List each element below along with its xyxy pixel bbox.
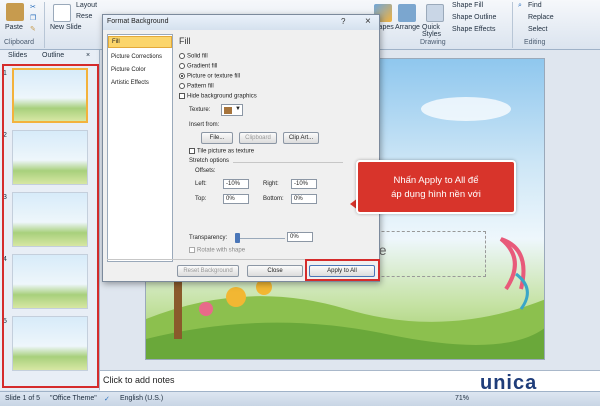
right-offset-label: Right:: [263, 181, 279, 187]
checkbox-icon: [189, 148, 195, 154]
clipboard-button[interactable]: Clipboard: [239, 132, 277, 144]
dialog-nav: Fill Picture Corrections Picture Color A…: [107, 34, 173, 262]
checkbox-icon: [179, 93, 185, 99]
right-offset-input[interactable]: -10%: [291, 179, 317, 189]
texture-dropdown[interactable]: ▼: [221, 104, 243, 116]
layout-button[interactable]: Layout: [76, 2, 97, 9]
apply-highlight-frame: [305, 259, 380, 281]
transparency-slider-handle[interactable]: [235, 233, 240, 243]
new-slide-icon: [53, 4, 71, 22]
cut-icon[interactable]: ✂: [30, 3, 36, 11]
tab-slides[interactable]: Slides: [8, 52, 27, 59]
solid-fill-option[interactable]: Solid fill: [179, 53, 208, 60]
zoom-level[interactable]: 71%: [455, 395, 469, 402]
paste-icon: [6, 3, 24, 21]
format-background-dialog: Format Background ? × Fill Picture Corre…: [102, 14, 380, 282]
dialog-title-bar[interactable]: Format Background ? ×: [103, 15, 379, 30]
reset-button[interactable]: Rese: [76, 13, 92, 20]
callout-line-2: áp dụng hình nền với: [391, 189, 481, 200]
stretch-options-label: Stretch options: [189, 158, 230, 164]
editing-group-label: Editing: [524, 39, 546, 46]
bottom-offset-label: Bottom:: [263, 196, 284, 202]
pattern-fill-option[interactable]: Pattern fill: [179, 83, 214, 90]
instruction-callout: Nhấn Apply to All để áp dụng hình nền vớ…: [356, 160, 516, 214]
theme-name[interactable]: "Office Theme": [50, 395, 97, 402]
nav-item-picture-color[interactable]: Picture Color: [108, 65, 172, 77]
dialog-content: Fill Solid fill Gradient fill Picture or…: [177, 34, 377, 262]
shape-outline-button[interactable]: Shape Outline: [452, 14, 496, 21]
copy-icon[interactable]: ❐: [30, 14, 36, 22]
find-icon: ⌕: [518, 2, 522, 9]
arrange-button[interactable]: Arrange: [395, 24, 420, 31]
left-offset-label: Left:: [195, 181, 207, 187]
radio-icon: [179, 53, 185, 59]
help-icon[interactable]: ?: [341, 17, 345, 26]
notes-placeholder: Click to add notes: [103, 375, 175, 385]
clip-art-button[interactable]: Clip Art...: [283, 132, 319, 144]
left-offset-input[interactable]: -10%: [223, 179, 249, 189]
slide-counter: Slide 1 of 5: [5, 395, 41, 402]
close-button[interactable]: Close: [247, 265, 303, 277]
picture-fill-option[interactable]: Picture or texture fill: [179, 73, 240, 80]
arrange-icon: [398, 4, 416, 22]
top-offset-label: Top:: [195, 196, 207, 202]
insert-from-label: Insert from:: [189, 122, 220, 128]
drawing-group-label: Drawing: [420, 39, 446, 46]
format-painter-icon[interactable]: ✎: [30, 25, 36, 33]
new-slide-button[interactable]: New Slide: [50, 24, 82, 31]
paste-button[interactable]: Paste: [5, 24, 23, 31]
offsets-label: Offsets:: [195, 168, 216, 174]
gradient-fill-option[interactable]: Gradient fill: [179, 63, 217, 70]
logo-text: unica: [480, 372, 538, 394]
transparency-label: Transparency:: [189, 235, 228, 241]
bottom-offset-input[interactable]: 0%: [291, 194, 317, 204]
clipboard-group-label: Clipboard: [4, 39, 34, 46]
top-offset-input[interactable]: 0%: [223, 194, 249, 204]
highlight-frame: [2, 64, 99, 388]
transparency-input[interactable]: 0%: [287, 232, 313, 242]
shape-fill-button[interactable]: Shape Fill: [452, 2, 483, 9]
spellcheck-icon[interactable]: ✓: [104, 395, 110, 403]
fill-heading: Fill: [179, 36, 191, 46]
quick-styles-button[interactable]: Quick Styles: [422, 24, 446, 38]
nav-item-fill[interactable]: Fill: [108, 36, 172, 48]
checkbox-icon: [189, 247, 195, 253]
divider: [233, 162, 343, 163]
texture-label: Texture:: [189, 107, 211, 113]
close-icon[interactable]: ×: [86, 52, 90, 59]
rotate-checkbox[interactable]: Rotate with shape: [189, 247, 245, 254]
quick-styles-icon: [426, 4, 444, 22]
file-button[interactable]: File...: [201, 132, 233, 144]
callout-line-1: Nhấn Apply to All để: [393, 175, 479, 186]
nav-item-picture-corrections[interactable]: Picture Corrections: [108, 52, 172, 64]
radio-icon: [179, 63, 185, 69]
tile-checkbox[interactable]: Tile picture as texture: [189, 148, 254, 155]
separator: [512, 2, 513, 48]
separator: [44, 2, 45, 48]
replace-button[interactable]: Replace: [528, 14, 554, 21]
unica-logo: unica: [480, 372, 590, 396]
reset-background-button[interactable]: Reset Background: [177, 265, 239, 277]
dialog-title: Format Background: [107, 18, 169, 25]
transparency-slider-track[interactable]: [235, 238, 285, 239]
chevron-down-icon: ▼: [235, 106, 241, 112]
radio-icon: [179, 83, 185, 89]
nav-item-artistic-effects[interactable]: Artistic Effects: [108, 78, 172, 90]
radio-selected-icon: [179, 73, 185, 79]
select-button[interactable]: Select: [528, 26, 547, 33]
tab-outline[interactable]: Outline: [42, 52, 64, 59]
texture-swatch-icon: [224, 107, 232, 114]
close-icon[interactable]: ×: [365, 16, 371, 27]
language[interactable]: English (U.S.): [120, 395, 163, 402]
hide-graphics-checkbox[interactable]: Hide background graphics: [179, 93, 257, 100]
find-button[interactable]: Find: [528, 2, 542, 9]
shape-effects-button[interactable]: Shape Effects: [452, 26, 495, 33]
